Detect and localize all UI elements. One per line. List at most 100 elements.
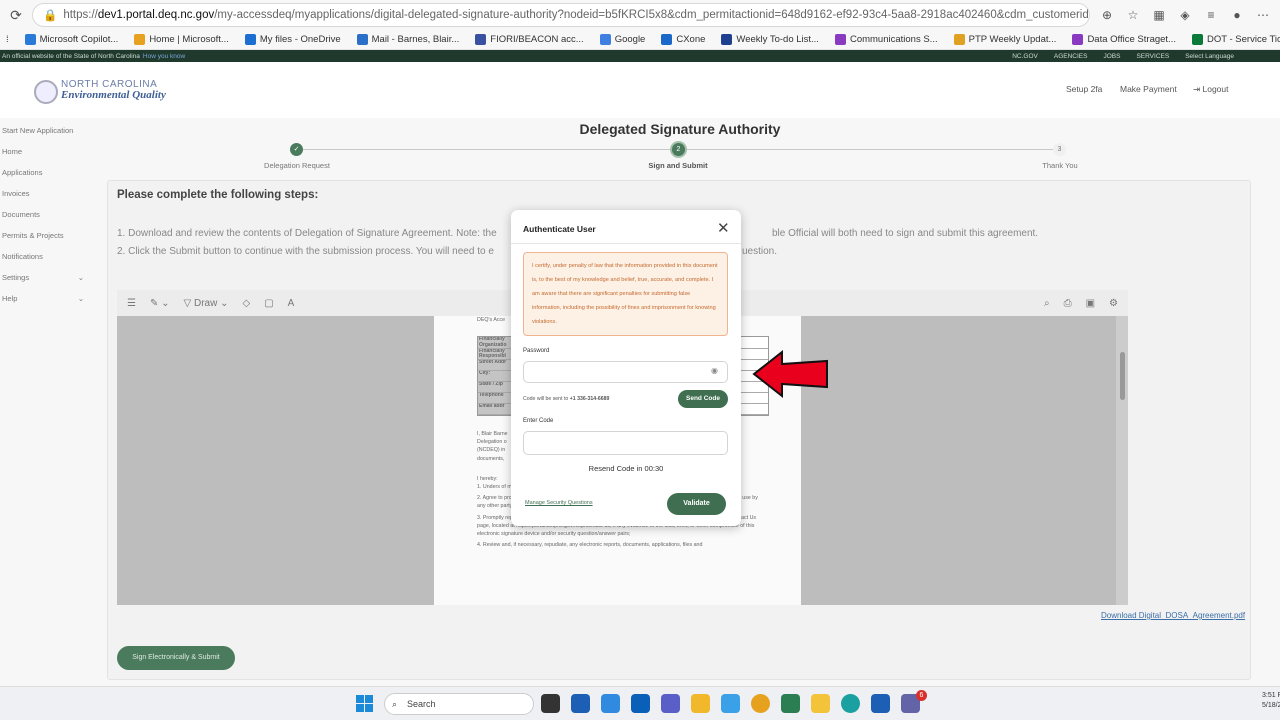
- gov-nav-link[interactable]: NC.GOV: [1012, 53, 1038, 60]
- bookmarks-bar: ⁞ Microsoft Copilot... Home | Microsoft...…: [0, 30, 1280, 50]
- bookmark-item[interactable]: Google: [599, 34, 645, 45]
- make-payment-link[interactable]: Make Payment: [1120, 84, 1177, 94]
- sidebar-item[interactable]: Invoices: [0, 183, 98, 204]
- close-icon[interactable]: ✕: [717, 219, 730, 237]
- more-menu-icon[interactable]: ⋯: [1254, 6, 1272, 24]
- sidebar-item[interactable]: Home: [0, 141, 98, 162]
- manage-security-questions-link[interactable]: Manage Security Questions: [525, 500, 593, 506]
- copilot-icon[interactable]: ◈: [1176, 6, 1194, 24]
- gov-banner: An official website of the State of Nort…: [0, 50, 1280, 62]
- bookmark-item[interactable]: FIORI/BEACON acc...: [475, 34, 584, 45]
- draw-tool[interactable]: ▽ Draw ⌄: [184, 298, 229, 309]
- step-1-label: Delegation Request: [264, 161, 330, 170]
- modal-title: Authenticate User: [523, 224, 596, 234]
- url-prefix: https://: [63, 9, 98, 21]
- pdf-search-icon[interactable]: ⌕: [1044, 298, 1050, 309]
- eraser-icon[interactable]: ◇: [243, 298, 251, 309]
- sidebar-item[interactable]: Settings ⌄: [0, 267, 98, 288]
- reload-icon[interactable]: ⟳: [8, 7, 24, 23]
- pdf-settings-icon[interactable]: ⚙: [1109, 298, 1118, 309]
- sidebar-item-label: Settings: [2, 273, 30, 282]
- address-bar[interactable]: 🔒 https://dev1.portal.deq.nc.gov/my-acce…: [32, 3, 1090, 27]
- gov-banner-link[interactable]: How you know: [143, 53, 185, 60]
- read-aloud-icon[interactable]: A: [288, 298, 295, 309]
- bookmark-label: Weekly To-do List...: [736, 34, 819, 45]
- profile-avatar-icon[interactable]: ●: [1228, 6, 1246, 24]
- instruction-line-1-end: ble Official will both need to sign and …: [772, 228, 1039, 239]
- sidebar-item[interactable]: Help ⌄: [0, 288, 98, 309]
- sidebar-item[interactable]: Applications: [0, 162, 98, 183]
- word-2-icon[interactable]: [871, 694, 890, 713]
- print-icon[interactable]: ⎙: [1064, 298, 1072, 309]
- bookmark-item[interactable]: Weekly To-do List...: [721, 34, 819, 45]
- bookmark-label: CXone: [676, 34, 706, 45]
- sign-and-submit-button[interactable]: Sign Electronically & Submit: [117, 646, 235, 670]
- gov-nav-link[interactable]: AGENCIES: [1054, 53, 1088, 60]
- password-label: Password: [523, 348, 550, 354]
- save-icon[interactable]: ▣: [1086, 298, 1095, 309]
- extension-icon[interactable]: ▦: [1150, 6, 1168, 24]
- download-agreement-link[interactable]: Download Digital_DOSA_Agreement.pdf: [1101, 611, 1245, 620]
- bookmark-item[interactable]: DOT - Service Tick...: [1191, 34, 1280, 45]
- sidebar-item[interactable]: Notifications: [0, 246, 98, 267]
- bookmark-favicon-icon: [953, 34, 965, 45]
- file-explorer-icon[interactable]: [691, 694, 710, 713]
- highlight-icon[interactable]: ✎ ⌄: [150, 298, 170, 309]
- pdf-table-label: City:: [478, 371, 512, 381]
- favorite-star-icon[interactable]: ☆: [1124, 6, 1142, 24]
- password-field[interactable]: [523, 361, 728, 383]
- logout-link[interactable]: ⇥ Logout: [1193, 84, 1228, 95]
- system-clock[interactable]: 3:51 PM 5/18/2025: [1262, 691, 1280, 711]
- calculator-icon[interactable]: [781, 694, 800, 713]
- taskbar-search[interactable]: ⌕ Search: [384, 693, 534, 715]
- bookmark-item[interactable]: Microsoft Copilot...: [24, 34, 118, 45]
- sticky-notes-icon[interactable]: [811, 694, 830, 713]
- sidebar-item-label: Invoices: [2, 189, 30, 198]
- outlook-icon[interactable]: [631, 694, 650, 713]
- favorites-icon[interactable]: ≡: [1202, 6, 1220, 24]
- edge-icon[interactable]: [601, 694, 620, 713]
- teams-icon[interactable]: [661, 694, 680, 713]
- gov-nav-link[interactable]: Select Language: [1185, 53, 1234, 60]
- send-code-button[interactable]: Send Code: [678, 390, 728, 408]
- pdf-scrollbar-thumb[interactable]: [1120, 352, 1125, 400]
- bookmark-item[interactable]: PTP Weekly Updat...: [953, 34, 1056, 45]
- bookmark-item[interactable]: Home | Microsoft...: [134, 34, 229, 45]
- edge-dev-icon[interactable]: [841, 694, 860, 713]
- bookmark-item[interactable]: Data Office Straget...: [1072, 34, 1176, 45]
- sidebar-item[interactable]: Documents: [0, 204, 98, 225]
- word-icon[interactable]: [571, 694, 590, 713]
- bookmark-favicon-icon: [661, 34, 673, 45]
- chrome-icon[interactable]: [751, 694, 770, 713]
- bookmark-label: Home | Microsoft...: [149, 34, 229, 45]
- task-view-icon[interactable]: [541, 694, 560, 713]
- app-icon[interactable]: [721, 694, 740, 713]
- sidebar-item[interactable]: Permits & Projects: [0, 225, 98, 246]
- bookmark-item[interactable]: Communications S...: [834, 34, 938, 45]
- code-field[interactable]: [523, 431, 728, 455]
- start-windows-icon[interactable]: [356, 695, 373, 712]
- step-2-label: Sign and Submit: [648, 161, 708, 170]
- gov-banner-nav: NC.GOV AGENCIES JOBS SERVICES Select Languag…: [1012, 53, 1278, 60]
- contents-icon[interactable]: ☰: [127, 298, 136, 309]
- enter-code-label: Enter Code: [523, 418, 554, 424]
- gov-banner-text: An official website of the State of Nort…: [2, 52, 140, 60]
- validate-button[interactable]: Validate: [667, 493, 726, 515]
- setup-2fa-link[interactable]: Setup 2fa: [1066, 84, 1102, 94]
- page-title: Delegated Signature Authority: [579, 121, 781, 137]
- gov-nav-link[interactable]: JOBS: [1103, 53, 1120, 60]
- sidebar-item-label: Help: [2, 294, 18, 303]
- bookmark-item[interactable]: CXone: [661, 34, 705, 45]
- draw-label: Draw: [193, 297, 218, 309]
- bookmark-item[interactable]: My files - OneDrive: [244, 34, 341, 45]
- bookmark-favicon-icon: [134, 34, 146, 45]
- sidebar-item-label: Documents: [2, 210, 40, 219]
- text-box-icon[interactable]: ▢: [264, 298, 273, 309]
- gov-nav-link[interactable]: SERVICES: [1136, 53, 1169, 60]
- zoom-icon[interactable]: ⊕: [1098, 6, 1116, 24]
- sidebar-item[interactable]: Start New Application: [0, 120, 98, 141]
- apps-grid-icon[interactable]: ⁞: [6, 34, 9, 45]
- bookmark-item[interactable]: Mail - Barnes, Blair...: [356, 34, 459, 45]
- clock-date: 5/18/2025: [1262, 702, 1280, 709]
- show-password-eye-icon[interactable]: ◉: [711, 366, 718, 375]
